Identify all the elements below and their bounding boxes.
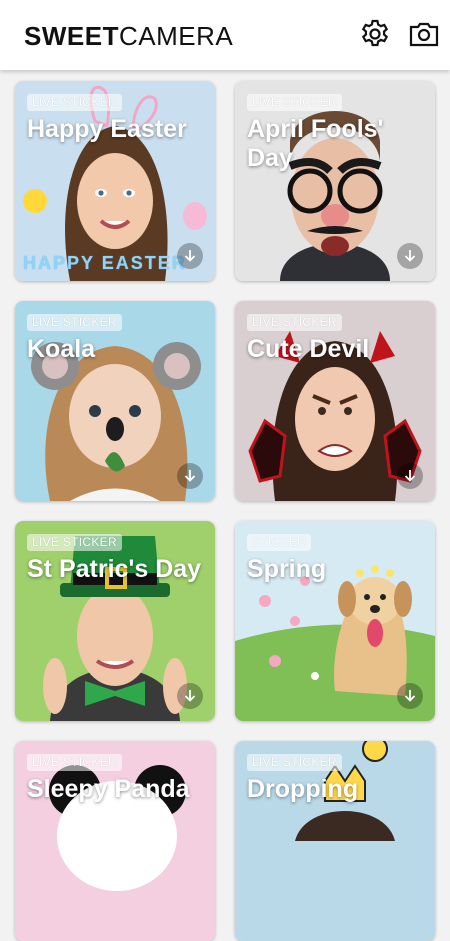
camera-button[interactable] [407, 17, 441, 51]
download-button[interactable] [177, 463, 203, 489]
sticker-tag: LIVE STICKER [27, 94, 122, 111]
app-logo: SWEETCAMERA [24, 21, 233, 51]
gear-icon [361, 19, 389, 47]
sticker-grid: LIVE STICKER Happy Easter HAPPY EASTER L… [0, 70, 450, 941]
sticker-preview [235, 741, 435, 941]
sticker-title: St Patric's Day [27, 555, 202, 583]
download-button[interactable] [397, 683, 423, 709]
sticker-card-dropping[interactable]: LIVE STICKER Dropping [235, 741, 435, 941]
easter-banner-text: HAPPY EASTER [23, 253, 187, 273]
camera-icon [409, 22, 439, 47]
download-arrow-icon [404, 690, 416, 702]
sticker-card-april-fools[interactable]: LIVE STICKER April Fools' Day [235, 81, 435, 281]
sticker-card-sleepy-panda[interactable]: LIVE STICKER Sleepy Panda [15, 741, 215, 941]
sticker-tag: LIVE STICKER [247, 314, 342, 331]
brand-bold: SWEET [24, 21, 119, 51]
download-button[interactable] [397, 463, 423, 489]
sticker-card-st-patrics-day[interactable]: LIVE STICKER St Patric's Day [15, 521, 215, 721]
sticker-tag: LIVE STICKER [27, 314, 122, 331]
brand-regular: CAMERA [118, 21, 234, 51]
sticker-title: Koala [27, 335, 96, 363]
download-button[interactable] [397, 243, 423, 269]
settings-button[interactable] [358, 17, 392, 51]
sticker-title: Cute Devil [247, 335, 370, 363]
sticker-preview [15, 741, 215, 941]
sticker-card-spring[interactable]: STICKER Spring [235, 521, 435, 721]
sticker-tag: STICKER [247, 534, 312, 551]
download-arrow-icon [184, 250, 196, 262]
app-header: SWEETCAMERA [0, 0, 450, 70]
sticker-card-koala[interactable]: LIVE STICKER Koala [15, 301, 215, 501]
sticker-tag: LIVE STICKER [247, 94, 342, 111]
download-arrow-icon [184, 470, 196, 482]
sticker-tag: LIVE STICKER [247, 754, 342, 771]
sticker-card-happy-easter[interactable]: LIVE STICKER Happy Easter HAPPY EASTER [15, 81, 215, 281]
sticker-card-cute-devil[interactable]: LIVE STICKER Cute Devil [235, 301, 435, 501]
sticker-title: Happy Easter [27, 115, 187, 143]
sticker-tag: LIVE STICKER [27, 534, 122, 551]
download-arrow-icon [404, 470, 416, 482]
download-arrow-icon [404, 250, 416, 262]
download-button[interactable] [177, 683, 203, 709]
sticker-title: April Fools' Day [247, 115, 384, 172]
download-arrow-icon [184, 690, 196, 702]
sticker-title: Spring [247, 555, 327, 583]
download-button[interactable] [177, 243, 203, 269]
sticker-tag: LIVE STICKER [27, 754, 122, 771]
